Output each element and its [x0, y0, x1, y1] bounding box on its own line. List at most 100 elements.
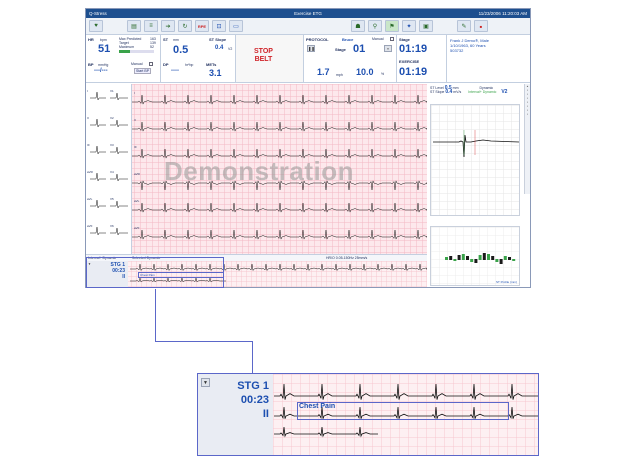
end-icon[interactable]: ■ [474, 20, 488, 32]
st-panel-lead: V2 [501, 89, 508, 95]
protocol-panel: PROTOCOL Bruce Manual ❚❚ Stage 01 » 1.7 … [304, 35, 397, 82]
trace-lead-label: aVL [134, 199, 140, 203]
lead-scroll-bar[interactable]: ▴ ▪ ▪ ▪ ▪ ▪ ▪ ▪ [524, 84, 530, 194]
lead-label-II: II [87, 116, 89, 120]
start-bp-button[interactable]: Start BP [134, 68, 152, 74]
events-icon[interactable]: ≡ [144, 20, 158, 32]
st-slope-label: ST Slope [209, 37, 227, 42]
st-profile-bar [499, 259, 503, 264]
ecg-trace [132, 121, 429, 133]
lead-label-aVL: aVL [87, 197, 93, 201]
walk-icon[interactable]: ⚲ [368, 20, 382, 32]
st-profile-bar [461, 254, 465, 260]
hr-label: HR [88, 37, 94, 42]
run-icon[interactable]: ⚑ [385, 20, 399, 32]
callout-line-horizontal [155, 341, 253, 342]
vitals-bar: HR bpm 51 Max Predicted 163 Target 139 M… [86, 35, 530, 83]
rpe-icon[interactable]: RPE [195, 20, 209, 32]
exercise-time-label: EXERCISE [399, 59, 420, 64]
cycle-icon[interactable]: ↻ [178, 20, 192, 32]
lead-label-V4: V4 [110, 170, 114, 174]
st-profile-bar [487, 254, 490, 260]
stage-time-label: Stage [399, 37, 410, 42]
print-icon[interactable]: ▤ [127, 20, 141, 32]
protocol-manual: Manual [372, 37, 384, 41]
stop-belt-panel: STOP BELT [236, 35, 304, 82]
next-stage-icon[interactable]: » [384, 45, 392, 52]
zoom-trace [274, 383, 538, 400]
patient-panel: Frank J Demo®, Male 1/10/1963, 60 Years … [447, 35, 530, 82]
speed-unit: mph [336, 73, 343, 77]
toolbar: ♥ ▤ ≡ ➔ ↻ RPE ⊡ ▭ ☗ ⚲ ⚑ ✦ ▣ ✎ ■ [86, 18, 530, 35]
bp-label: BP [88, 62, 94, 67]
footer-right: HR/O 0.05-150Hz 25mm/s [326, 256, 368, 260]
stage-time-value: 01:19 [399, 43, 428, 55]
hr-unit: bpm [100, 38, 107, 42]
st-profile-bar [482, 253, 486, 260]
chest-pain-label: Chest Pain [299, 403, 336, 410]
patient-id: 503732 [450, 48, 464, 53]
median-complex-trace [90, 226, 106, 236]
protocol-name[interactable]: Bruce [342, 37, 353, 42]
ecg-trace [132, 202, 429, 214]
edit-icon[interactable]: ✎ [457, 20, 471, 32]
speed-value: 1.7 [317, 67, 330, 77]
bp-manual-checkbox[interactable] [149, 62, 153, 66]
st-profile-bar [478, 255, 482, 260]
st-profile-bar [453, 259, 457, 261]
stage-label: Stage [335, 47, 346, 52]
lead-label-V3: V3 [110, 143, 114, 147]
trace-lead-label: aVF [134, 226, 140, 230]
protocol-manual-checkbox[interactable] [390, 37, 394, 41]
dp-label: DP [163, 62, 169, 67]
demonstration-watermark: Demonstration [164, 156, 354, 186]
monitor-icon[interactable]: ▭ [229, 20, 243, 32]
median-complex-trace [90, 172, 106, 182]
heart-icon[interactable]: ♥ [89, 20, 103, 32]
mets-label: METs [206, 62, 217, 67]
st-sub: Interval+ Dynamic [468, 90, 497, 94]
standing-icon[interactable]: ☗ [351, 20, 365, 32]
st-profile-bar [508, 257, 511, 260]
st-unit: mm [173, 38, 179, 42]
zoom-trace [274, 426, 378, 438]
lead-label-V5: V5 [110, 197, 114, 201]
st-profile-bar [503, 256, 507, 260]
stop-belt-button[interactable]: STOP BELT [254, 48, 273, 64]
exercise-time-value: 01:19 [399, 66, 428, 78]
st-profile-bar [457, 255, 461, 260]
median-complex-view [430, 104, 520, 216]
arrow-icon[interactable]: ➔ [161, 20, 175, 32]
pause-icon[interactable]: ❚❚ [307, 45, 315, 52]
window-title: Exercise ETG [294, 11, 322, 16]
st-slope-panel-unit: mV/s [453, 90, 462, 94]
st-slope-panel-value: 0.4 [445, 89, 453, 95]
st-profile-bar [449, 256, 453, 260]
st-profile-bar [512, 259, 516, 261]
callout-line-drop [252, 341, 253, 373]
bp-icon[interactable]: ⊡ [212, 20, 226, 32]
median-complex-trace [110, 92, 128, 101]
belt-label: BELT [254, 56, 273, 63]
maximum-label: Maximum [119, 45, 135, 49]
bp-unit: mmHg [98, 63, 109, 67]
st-value: 0.5 [173, 44, 189, 56]
ecg-trace [132, 229, 429, 241]
st-profile-bar [445, 257, 448, 260]
lead-label-aVF: aVF [87, 224, 93, 228]
hr-progress-bar [119, 50, 154, 53]
st-profile-bar [491, 256, 495, 260]
stage-time-panel: Stage 01:19 EXERCISE 01:19 [397, 35, 447, 82]
median-complex-trace [110, 173, 128, 182]
lead-label-I: I [87, 89, 88, 93]
recovery-icon[interactable]: ▣ [419, 20, 433, 32]
median-complex-trace [110, 119, 128, 128]
st-slope-value: 0.4 [215, 45, 224, 51]
st-profile-bar [466, 256, 469, 260]
exercise-icon[interactable]: ✦ [402, 20, 416, 32]
lead-label-III: III [87, 143, 90, 147]
st-label: ST [163, 37, 169, 42]
strip-highlight-box [86, 257, 224, 288]
bp-manual-label: Manual [131, 62, 143, 66]
trace-lead-label: III [134, 145, 137, 149]
